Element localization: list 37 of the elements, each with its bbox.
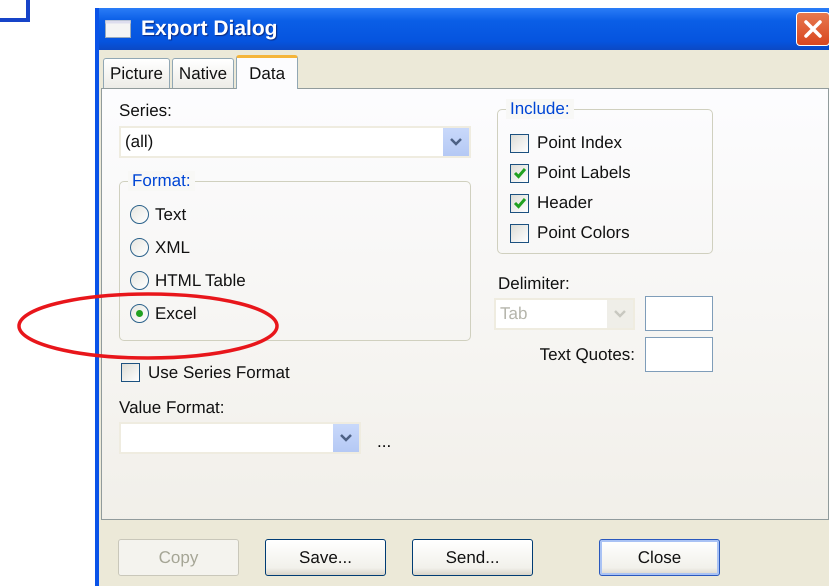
delimiter-input-field[interactable] bbox=[645, 296, 713, 331]
dialog-button[interactable]: Send... bbox=[412, 539, 533, 576]
radio-button[interactable] bbox=[130, 271, 149, 290]
close-icon[interactable] bbox=[796, 12, 829, 46]
radio-label: Excel bbox=[155, 304, 197, 324]
value-format-label: Value Format: bbox=[119, 398, 226, 418]
dialog-button[interactable]: Save... bbox=[265, 539, 386, 576]
checkbox[interactable] bbox=[510, 224, 529, 242]
series-label: Series: bbox=[119, 101, 173, 121]
dialog-button[interactable]: Close bbox=[599, 539, 720, 576]
checkbox[interactable] bbox=[510, 134, 529, 152]
window-title: Export Dialog bbox=[141, 17, 278, 41]
checkbox[interactable] bbox=[121, 363, 140, 382]
radio-label: XML bbox=[155, 238, 190, 258]
checkbox-label: Header bbox=[537, 193, 593, 213]
radio-button[interactable] bbox=[130, 304, 149, 323]
checkbox-label: Use Series Format bbox=[148, 362, 290, 382]
radio-button[interactable] bbox=[130, 238, 149, 257]
window-icon bbox=[105, 20, 131, 38]
text-quotes-label: Text Quotes: bbox=[540, 344, 635, 364]
radio-button[interactable] bbox=[130, 205, 149, 224]
checkbox-label: Point Labels bbox=[537, 163, 631, 183]
text-quotes-input-field[interactable] bbox=[645, 337, 713, 372]
radio-label: Text bbox=[155, 204, 186, 224]
tab[interactable]: Picture bbox=[103, 58, 170, 88]
checkbox-label: Point Colors bbox=[537, 223, 630, 243]
tab[interactable]: Native bbox=[172, 58, 234, 88]
checkbox[interactable] bbox=[510, 194, 529, 212]
delimiter-label: Delimiter: bbox=[498, 274, 571, 294]
checkbox-label: Point Index bbox=[537, 133, 622, 153]
radio-label: HTML Table bbox=[155, 270, 246, 290]
format-legend: Format: bbox=[128, 171, 195, 191]
tab[interactable]: Data bbox=[236, 55, 298, 89]
series-dropdown[interactable]: (all) bbox=[119, 126, 471, 158]
include-legend: Include: bbox=[506, 99, 574, 119]
checkbox[interactable] bbox=[510, 164, 529, 182]
more-options-link[interactable]: ... bbox=[377, 432, 392, 452]
